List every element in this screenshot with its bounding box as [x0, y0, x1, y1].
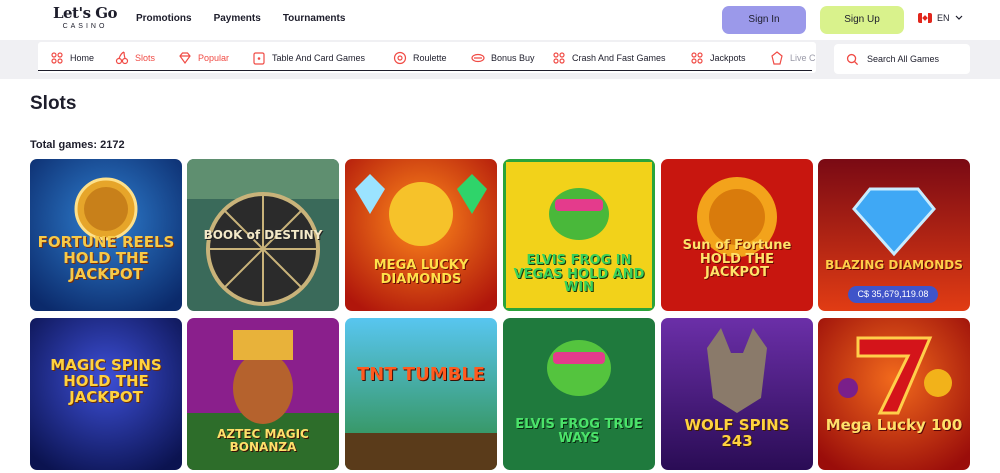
game-tile-tnt-tumble[interactable]: TNT TUMBLE [345, 318, 497, 470]
category-label: Crash And Fast Games [572, 52, 666, 63]
game-artwork [661, 159, 813, 311]
game-title: AZTEC MAGIC BONANZA [217, 427, 309, 454]
category-bonus-buy[interactable]: Bonus Buy [471, 42, 535, 73]
search-icon [846, 53, 859, 65]
logo-text: Let's Go [52, 4, 118, 22]
category-label: Roulette [413, 52, 447, 63]
game-title: ELVIS FROG TRUE WAYS [515, 417, 643, 446]
game-title: BOOK of DESTINY [203, 228, 323, 242]
game-tile-blazing-diamonds[interactable]: BLAZING DIAMONDS C$ 35,679,119.08 [818, 159, 970, 311]
cards-icon [253, 51, 265, 65]
page-title: Slots [30, 93, 77, 114]
game-tile-wolf-spins-243[interactable]: WOLF SPINS 243 [661, 318, 813, 470]
category-label: Home [70, 52, 95, 63]
category-label: Table And Card Games [272, 52, 366, 63]
game-tile-fortune-reels[interactable]: FORTUNE REELS HOLD THE JACKPOT [30, 159, 182, 311]
live-icon [771, 50, 783, 65]
jackpot-icon [691, 51, 703, 64]
game-tile-aztec-magic-bonanza[interactable]: AZTEC MAGIC BONANZA [187, 318, 339, 470]
category-scroll-indicator [38, 70, 812, 71]
game-tile-elvis-frog-in-vegas[interactable]: ELVIS FROG IN VEGAS HOLD AND WIN [503, 159, 655, 311]
game-title: TNT TUMBLE [356, 364, 486, 385]
casino-logo[interactable]: Let's Go CASINO [50, 4, 120, 36]
game-title: Mega Lucky 100 [825, 416, 963, 434]
category-slots[interactable]: Slots [115, 42, 155, 73]
nav-tournaments[interactable]: Tournaments [283, 13, 346, 24]
game-artwork [503, 318, 655, 470]
canada-flag-icon [918, 13, 932, 23]
nav-payments[interactable]: Payments [214, 13, 261, 24]
cherries-icon [115, 50, 129, 64]
logo-subtext: CASINO [62, 23, 108, 30]
category-home[interactable]: Home [50, 42, 94, 73]
game-tile-mega-lucky-100[interactable]: Mega Lucky 100 [818, 318, 970, 470]
category-jackpots[interactable]: Jackpots [690, 42, 746, 73]
category-nav: Home Slots Popular Table And Card Games … [38, 42, 816, 73]
category-popular[interactable]: Popular [178, 42, 229, 73]
game-tile-sun-of-fortune[interactable]: Sun of Fortune HOLD THE JACKPOT [661, 159, 813, 311]
game-title: BLAZING DIAMONDS [825, 258, 963, 272]
language-selector[interactable]: EN [918, 13, 963, 23]
category-live-casino[interactable]: Live C [770, 42, 816, 73]
category-roulette[interactable]: Roulette [393, 42, 447, 73]
sign-in-button[interactable]: Sign In [722, 6, 806, 34]
diamond-icon [179, 51, 191, 64]
total-games-count: Total games: 2172 [30, 139, 125, 151]
game-artwork [818, 318, 970, 470]
category-table-and-card-games[interactable]: Table And Card Games [252, 42, 365, 73]
language-label: EN [937, 13, 950, 23]
home-icon [51, 51, 63, 64]
game-tile-elvis-frog-true-ways[interactable]: ELVIS FROG TRUE WAYS [503, 318, 655, 470]
category-label: Slots [135, 52, 156, 63]
category-label: Popular [198, 52, 230, 63]
crash-icon [553, 51, 565, 64]
top-nav: Promotions Payments Tournaments [136, 13, 345, 24]
sign-up-button[interactable]: Sign Up [820, 6, 904, 34]
game-title: FORTUNE REELS HOLD THE JACKPOT [37, 233, 175, 283]
game-title: WOLF SPINS 243 [684, 416, 790, 450]
top-header: Let's Go CASINO Promotions Payments Tour… [0, 0, 1000, 40]
game-tile-book-of-destiny[interactable]: BOOK of DESTINY [187, 159, 339, 311]
chevron-down-icon [955, 15, 962, 20]
game-tile-mega-lucky-diamonds[interactable]: MEGA LUCKY DIAMONDS [345, 159, 497, 311]
game-title: MAGIC SPINS HOLD THE JACKPOT [50, 356, 162, 406]
category-label: Jackpots [710, 52, 746, 63]
game-tile-magic-spins[interactable]: MAGIC SPINS HOLD THE JACKPOT [30, 318, 182, 470]
search-games-button[interactable]: Search All Games [834, 44, 970, 74]
roulette-icon [393, 51, 407, 64]
category-label: Live C [790, 52, 816, 63]
game-artwork [345, 318, 497, 470]
search-placeholder: Search All Games [867, 54, 940, 64]
category-crash-and-fast-games[interactable]: Crash And Fast Games [552, 42, 666, 73]
game-artwork [345, 159, 497, 311]
jackpot-amount-badge: C$ 35,679,119.08 [848, 286, 938, 303]
game-title: ELVIS FROG IN VEGAS HOLD AND WIN [513, 253, 645, 296]
game-title: Sun of Fortune HOLD THE JACKPOT [682, 238, 792, 281]
bonus-icon [471, 53, 485, 62]
game-title: MEGA LUCKY DIAMONDS [373, 258, 469, 287]
category-label: Bonus Buy [491, 52, 535, 63]
nav-promotions[interactable]: Promotions [136, 13, 192, 24]
